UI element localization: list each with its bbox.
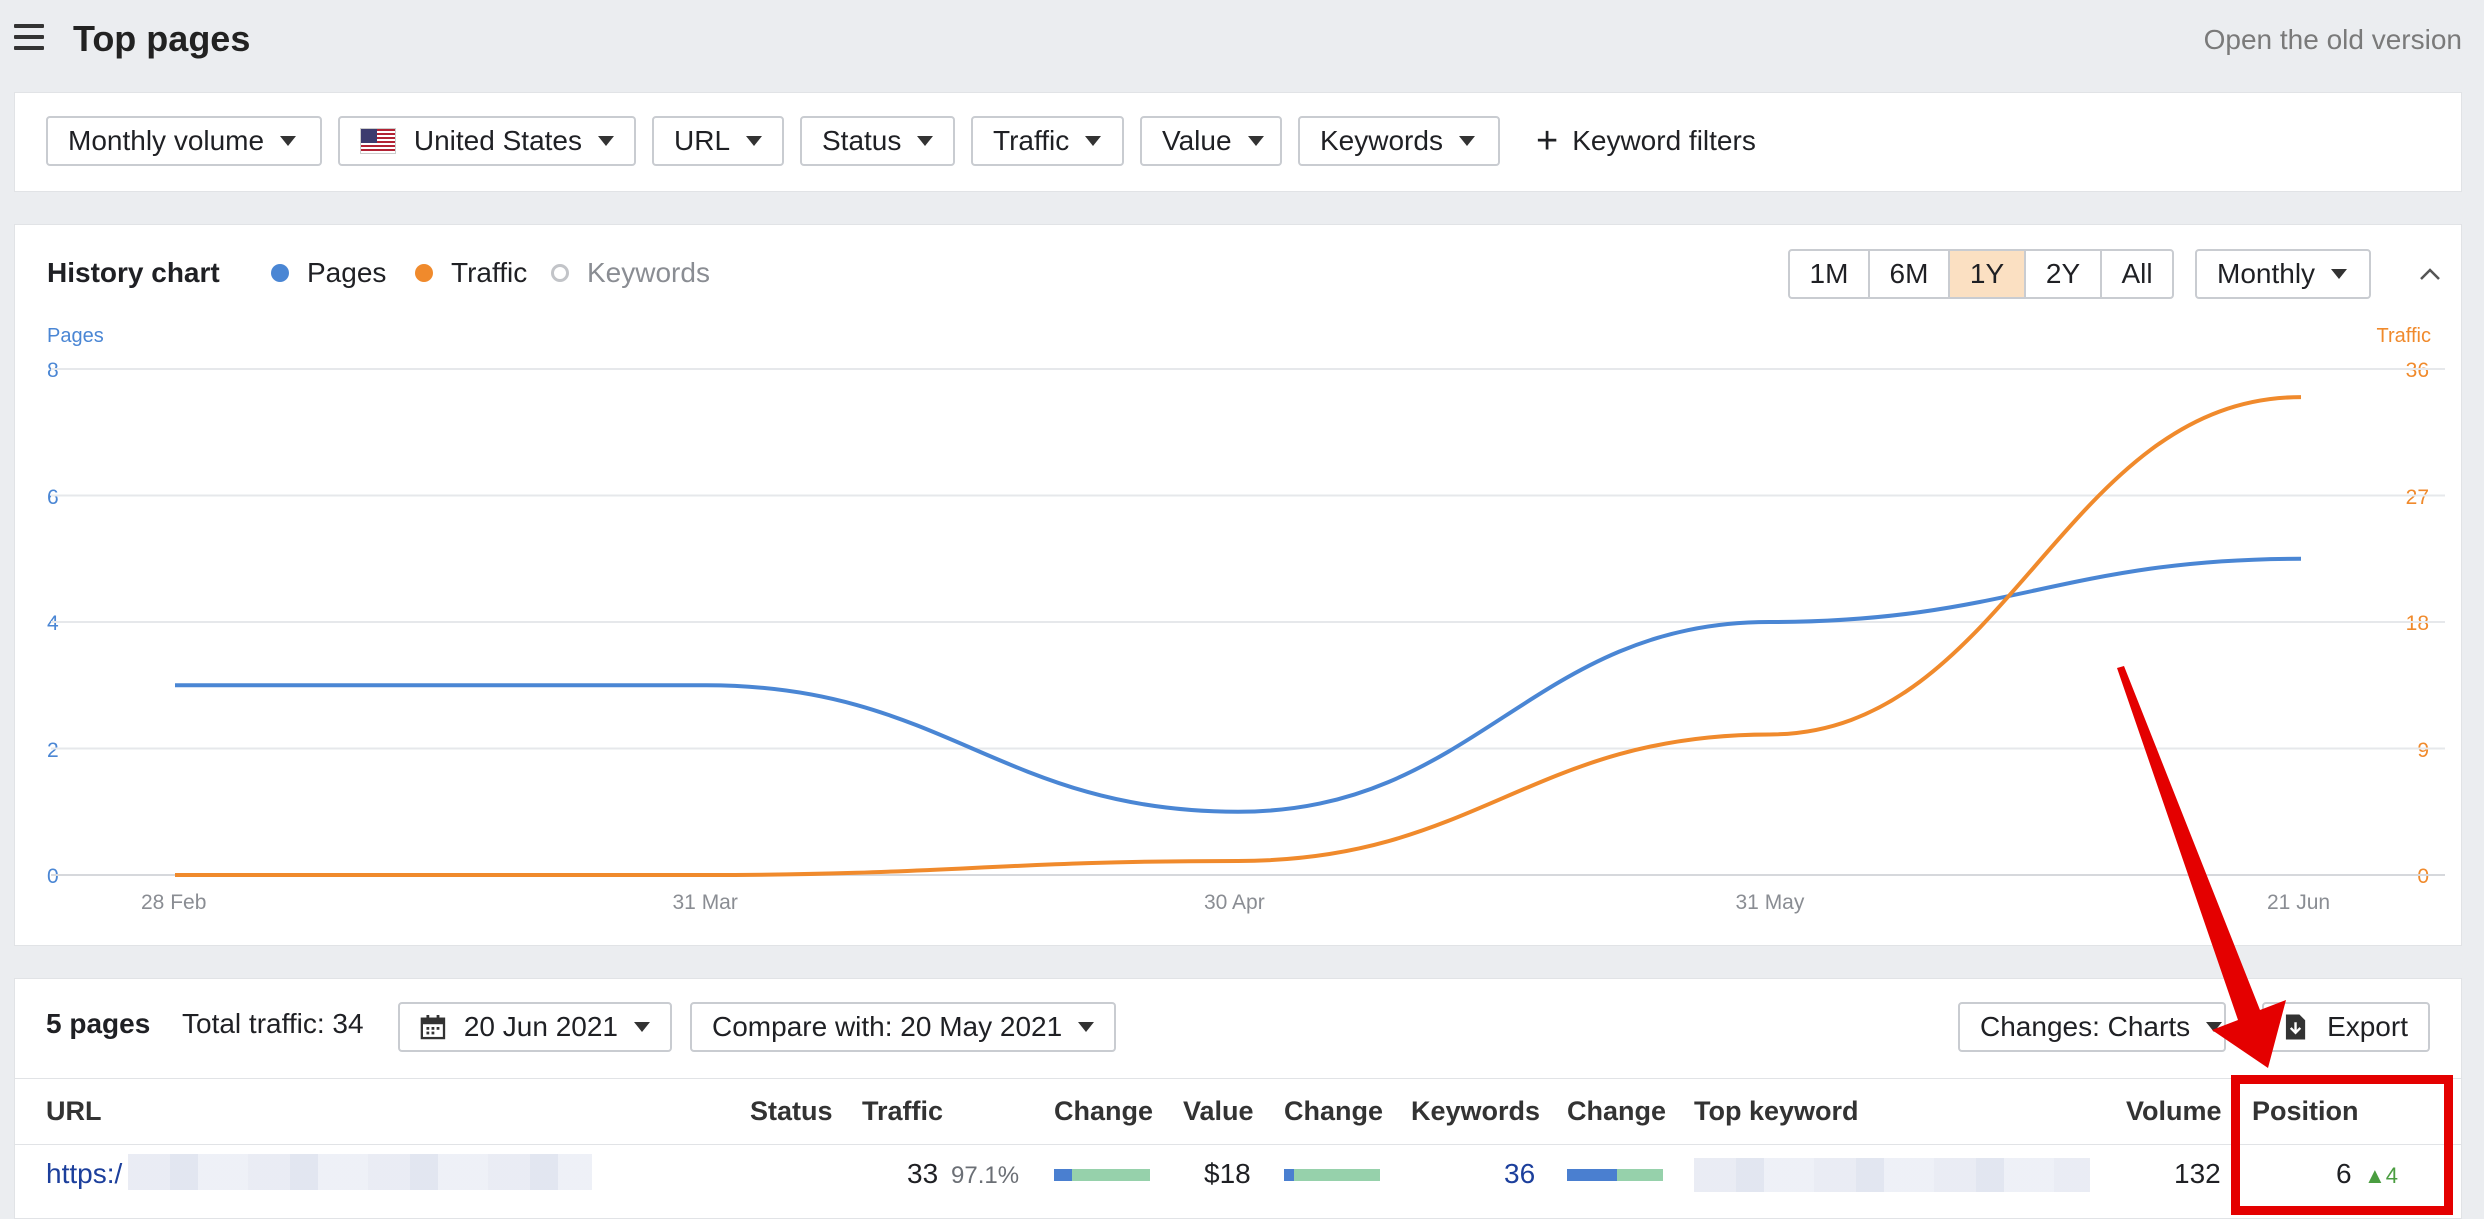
- position-column-highlight: [2231, 1075, 2453, 1215]
- annotation-arrow: [2117, 666, 2286, 1068]
